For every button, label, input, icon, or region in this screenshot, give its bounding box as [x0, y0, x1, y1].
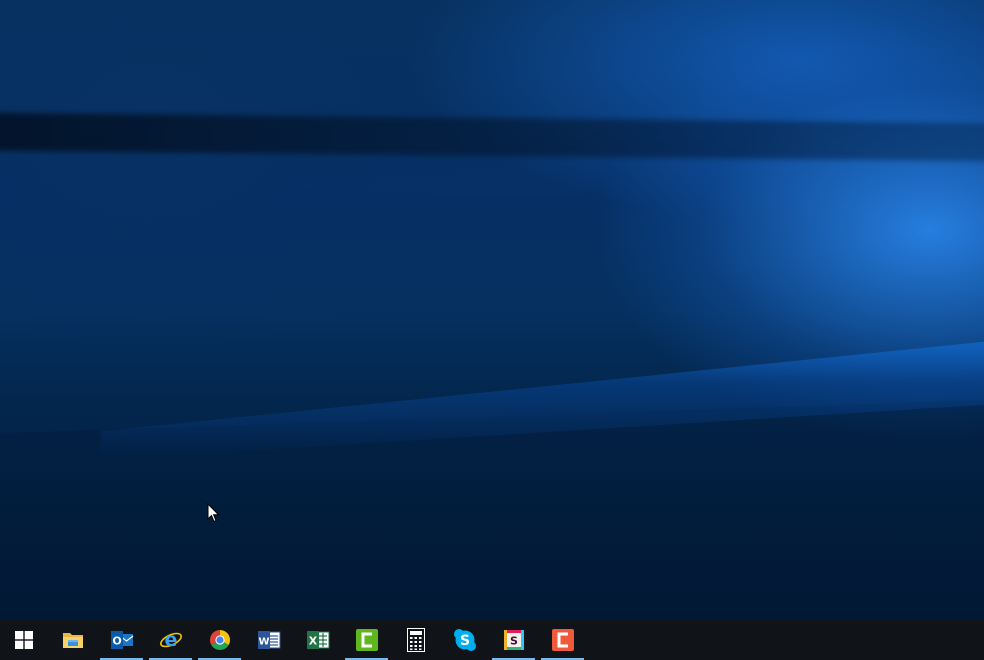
taskbar: O e W X S S — [0, 620, 984, 660]
snagit-icon — [551, 629, 574, 651]
outlook-glyph: O — [112, 635, 121, 648]
ie-glyph: e — [164, 629, 177, 651]
calculator-icon — [406, 628, 425, 652]
slack-icon: S — [503, 630, 524, 650]
slack-glyph: S — [510, 635, 518, 648]
chrome-button[interactable] — [195, 620, 244, 660]
internet-explorer-icon: e — [159, 629, 182, 651]
outlook-icon: O — [110, 631, 133, 649]
wallpaper-top-beam — [0, 112, 984, 162]
camtasia-icon — [355, 629, 378, 651]
folder-icon — [62, 633, 83, 648]
snagit-button[interactable] — [538, 620, 587, 660]
windows-logo-icon — [15, 631, 33, 649]
desktop-wallpaper[interactable] — [0, 0, 984, 620]
excel-glyph: X — [308, 635, 317, 648]
camtasia-button[interactable] — [342, 620, 391, 660]
excel-icon: X — [306, 631, 329, 649]
mouse-cursor-icon — [207, 503, 220, 523]
word-button[interactable]: W — [244, 620, 293, 660]
slack-button[interactable]: S — [489, 620, 538, 660]
word-glyph: W — [258, 637, 269, 648]
word-icon: W — [257, 631, 280, 649]
outlook-button[interactable]: O — [97, 620, 146, 660]
skype-glyph: S — [459, 633, 469, 649]
skype-icon: S — [453, 629, 476, 651]
calculator-button[interactable] — [391, 620, 440, 660]
chrome-icon — [209, 630, 230, 650]
internet-explorer-button[interactable]: e — [146, 620, 195, 660]
start-button[interactable] — [0, 620, 48, 660]
excel-button[interactable]: X — [293, 620, 342, 660]
file-explorer-button[interactable] — [48, 620, 97, 660]
skype-button[interactable]: S — [440, 620, 489, 660]
